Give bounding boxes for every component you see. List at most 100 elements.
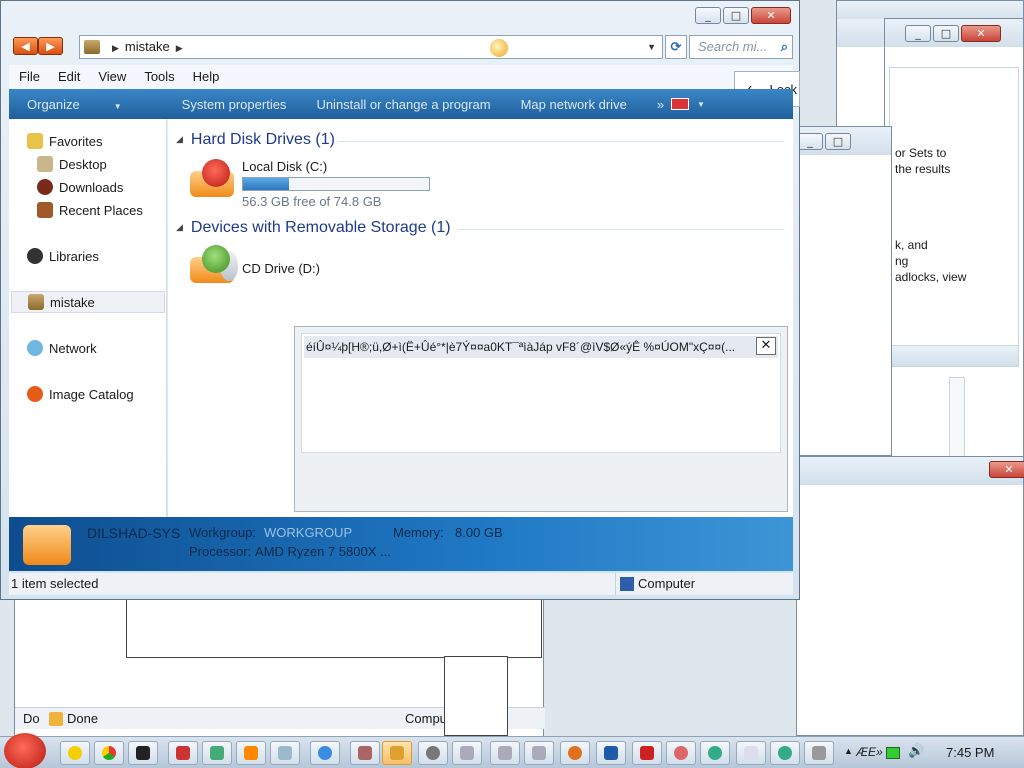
processor-label: Processor: <box>189 544 252 559</box>
menu-edit[interactable]: Edit <box>58 65 80 89</box>
computer-icon <box>28 294 44 310</box>
background-window-stack-2 <box>444 656 508 736</box>
minimize-button[interactable]: _ <box>695 7 721 24</box>
breadcrumb-arrow-icon[interactable]: ▶ <box>176 37 183 59</box>
taskbar-globe-icon[interactable] <box>700 741 730 765</box>
battery-icon[interactable] <box>886 747 900 759</box>
taskbar-search-icon[interactable] <box>560 741 590 765</box>
background-window-stack <box>126 598 542 658</box>
navigation-pane: Favorites Desktop Downloads Recent Place… <box>9 119 167 519</box>
group-header-removable[interactable]: ◢ Devices with Removable Storage (1) <box>176 219 451 237</box>
window-controls: _ □ ✕ <box>695 7 791 25</box>
nav-recent-places[interactable]: Recent Places <box>37 200 143 220</box>
taskbar-globe2-icon[interactable] <box>770 741 800 765</box>
taskbar: ▲ ÆE» 🔊 7:45 PM <box>0 733 1024 768</box>
show-hidden-icons[interactable]: ▲ <box>844 746 853 756</box>
collapse-icon[interactable]: ◢ <box>176 222 183 232</box>
taskbar-paint-icon[interactable] <box>202 741 232 765</box>
menu-tools[interactable]: Tools <box>144 65 174 89</box>
breadcrumb-mistake[interactable]: mistake <box>125 39 170 54</box>
search-icon[interactable]: ⌕ <box>781 36 788 58</box>
volume-icon[interactable]: 🔊 <box>908 744 924 759</box>
menu-help[interactable]: Help <box>193 65 220 89</box>
taskbar-7zip-icon[interactable] <box>128 741 158 765</box>
taskbar-media-icon[interactable] <box>666 741 696 765</box>
forward-button[interactable]: ▶ <box>38 37 63 55</box>
cd-drive-icon <box>188 245 238 287</box>
divider <box>338 141 784 142</box>
taskbar-window3-icon[interactable] <box>524 741 554 765</box>
address-bar[interactable]: ▶ mistake ▶ ▼ <box>79 35 663 59</box>
taskbar-document-icon[interactable] <box>736 741 766 765</box>
view-options-icon[interactable] <box>671 98 689 110</box>
back-button[interactable]: ◀ <box>13 37 38 55</box>
taskbar-ie-icon[interactable] <box>310 741 340 765</box>
nav-libraries-label: Libraries <box>49 248 99 264</box>
taskbar-window-icon[interactable] <box>452 741 482 765</box>
popup-title: éíÛ¤¼þ[H®;ü,Ø+ì(Ë+Ûé°*|è7Ý¤¤a0KT¯ªìàJáp … <box>304 336 778 358</box>
drive-d[interactable]: CD Drive (D:) <box>188 245 320 287</box>
computer-icon <box>84 40 100 54</box>
bg-text-5: adlocks, view <box>895 270 967 284</box>
nav-desktop-label: Desktop <box>59 156 107 172</box>
language-indicator[interactable]: ÆE» <box>856 745 883 759</box>
collapse-icon[interactable]: ◢ <box>176 134 183 144</box>
close-button[interactable]: ✕ <box>751 7 791 24</box>
system-properties-button[interactable]: System properties <box>182 97 287 112</box>
lightning-icon <box>27 386 43 402</box>
breadcrumb-arrow-icon[interactable]: ▶ <box>112 37 119 59</box>
taskbar-app2-icon[interactable] <box>418 741 448 765</box>
maximize-button[interactable]: □ <box>723 7 749 24</box>
network-icon <box>27 340 43 356</box>
nav-network-label: Network <box>49 340 97 356</box>
background-window-lower-right[interactable]: ✕ <box>796 456 1024 736</box>
menu-view[interactable]: View <box>98 65 126 89</box>
uninstall-program-button[interactable]: Uninstall or change a program <box>316 97 490 112</box>
nav-desktop[interactable]: Desktop <box>37 154 107 174</box>
nav-downloads[interactable]: Downloads <box>37 177 123 197</box>
drive-c[interactable]: Local Disk (C:) 56.3 GB free of 74.8 GB <box>188 159 430 209</box>
chevron-down-icon[interactable]: ▼ <box>697 100 705 109</box>
close-icon[interactable]: ✕ <box>756 337 776 355</box>
taskbar-bird-icon[interactable] <box>632 741 662 765</box>
bg-text-1: or Sets to <box>895 146 947 160</box>
chevron-down-icon[interactable]: ▼ <box>647 36 656 58</box>
organize-button[interactable]: Organize ▼ <box>27 97 152 112</box>
taskbar-app-icon[interactable] <box>168 741 198 765</box>
taskbar-weather-icon[interactable] <box>60 741 90 765</box>
more-commands-button[interactable]: » <box>657 97 664 112</box>
search-input[interactable]: Search mi... ⌕ <box>689 35 793 59</box>
drive-c-usage-fill <box>243 178 289 190</box>
start-button[interactable] <box>4 733 46 768</box>
status-selection: 1 item selected <box>11 576 99 591</box>
taskbar-tools-icon[interactable] <box>350 741 380 765</box>
command-bar: Organize ▼ System properties Uninstall or… <box>9 89 793 119</box>
group-header-hdd[interactable]: ◢ Hard Disk Drives (1) <box>176 131 335 149</box>
nav-network[interactable]: Network <box>27 338 97 358</box>
nav-image-catalog-label: Image Catalog <box>49 386 134 402</box>
clock[interactable]: 7:45 PM <box>946 745 994 760</box>
taskbar-calendar-icon[interactable] <box>804 741 834 765</box>
taskbar-explorer-icon[interactable] <box>382 741 412 765</box>
bg-text-2: the results <box>895 162 951 176</box>
details-pane: DILSHAD-SYS Workgroup: WORKGROUP Memory:… <box>9 517 793 571</box>
refresh-button[interactable]: ⟳ <box>665 35 687 59</box>
taskbar-book-icon[interactable] <box>596 741 626 765</box>
taskbar-window2-icon[interactable] <box>490 741 520 765</box>
nav-image-catalog[interactable]: Image Catalog <box>27 384 134 404</box>
nav-favorites[interactable]: Favorites <box>27 131 102 151</box>
nav-mistake[interactable]: mistake <box>11 291 165 313</box>
menu-file[interactable]: File <box>19 65 40 89</box>
nav-recent-label: Recent Places <box>59 202 143 218</box>
menu-bar: File Edit View Tools Help <box>9 65 793 89</box>
memory-value: 8.00 GB <box>455 525 503 540</box>
taskbar-chrome-icon[interactable] <box>94 741 124 765</box>
taskbar-vlc-icon[interactable] <box>236 741 266 765</box>
nav-libraries[interactable]: Libraries <box>27 246 99 266</box>
status-bar: 1 item selected Computer <box>9 573 793 595</box>
close-icon[interactable]: ✕ <box>989 461 1024 478</box>
system-tray: ▲ ÆE» 🔊 7:45 PM <box>842 737 1024 768</box>
map-network-drive-button[interactable]: Map network drive <box>521 97 627 112</box>
taskbar-notepad-icon[interactable] <box>270 741 300 765</box>
hard-disk-icon <box>188 159 236 201</box>
